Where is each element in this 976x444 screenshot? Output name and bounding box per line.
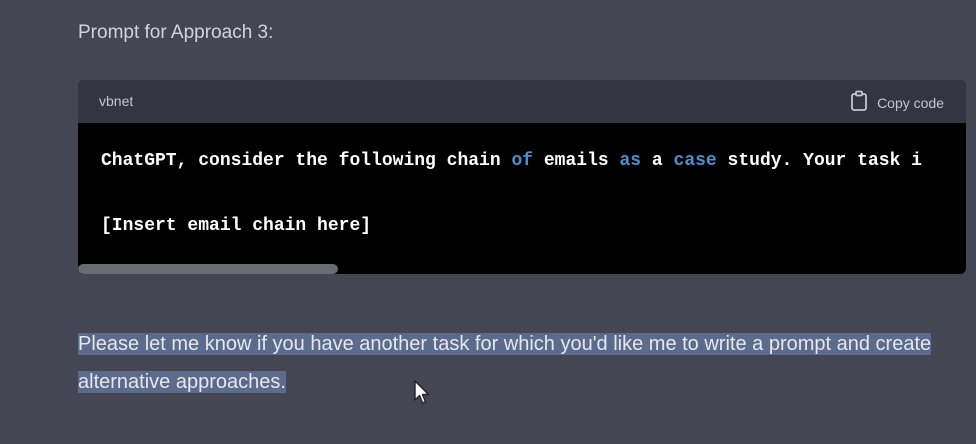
code-text: study. Your task i (716, 151, 922, 171)
code-keyword: as (619, 151, 642, 171)
assistant-message: Please let me know if you have another t… (78, 325, 948, 401)
code-header: vbnet Copy code (78, 80, 966, 123)
code-line-2: [Insert email chain here] (101, 216, 372, 236)
code-block: vbnet Copy code ChatGPT, consider the fo… (78, 80, 966, 274)
code-keyword: of (511, 151, 534, 171)
copy-code-button[interactable]: Copy code (849, 90, 944, 115)
code-keyword: case (673, 151, 717, 171)
code-text: a (641, 151, 674, 171)
code-language-label: vbnet (99, 93, 134, 109)
code-text: emails (533, 151, 620, 171)
code-body[interactable]: ChatGPT, consider the following chain of… (78, 123, 966, 274)
code-text: ChatGPT, consider the following chain (101, 151, 512, 171)
horizontal-scrollbar[interactable] (78, 264, 338, 274)
selected-message-text: Please let me know if you have another t… (78, 333, 932, 393)
mouse-cursor-icon (414, 380, 430, 404)
code-line-1: ChatGPT, consider the following chain of… (101, 151, 922, 171)
clipboard-icon (849, 90, 869, 115)
section-heading: Prompt for Approach 3: (78, 22, 274, 43)
copy-code-label: Copy code (877, 94, 944, 111)
